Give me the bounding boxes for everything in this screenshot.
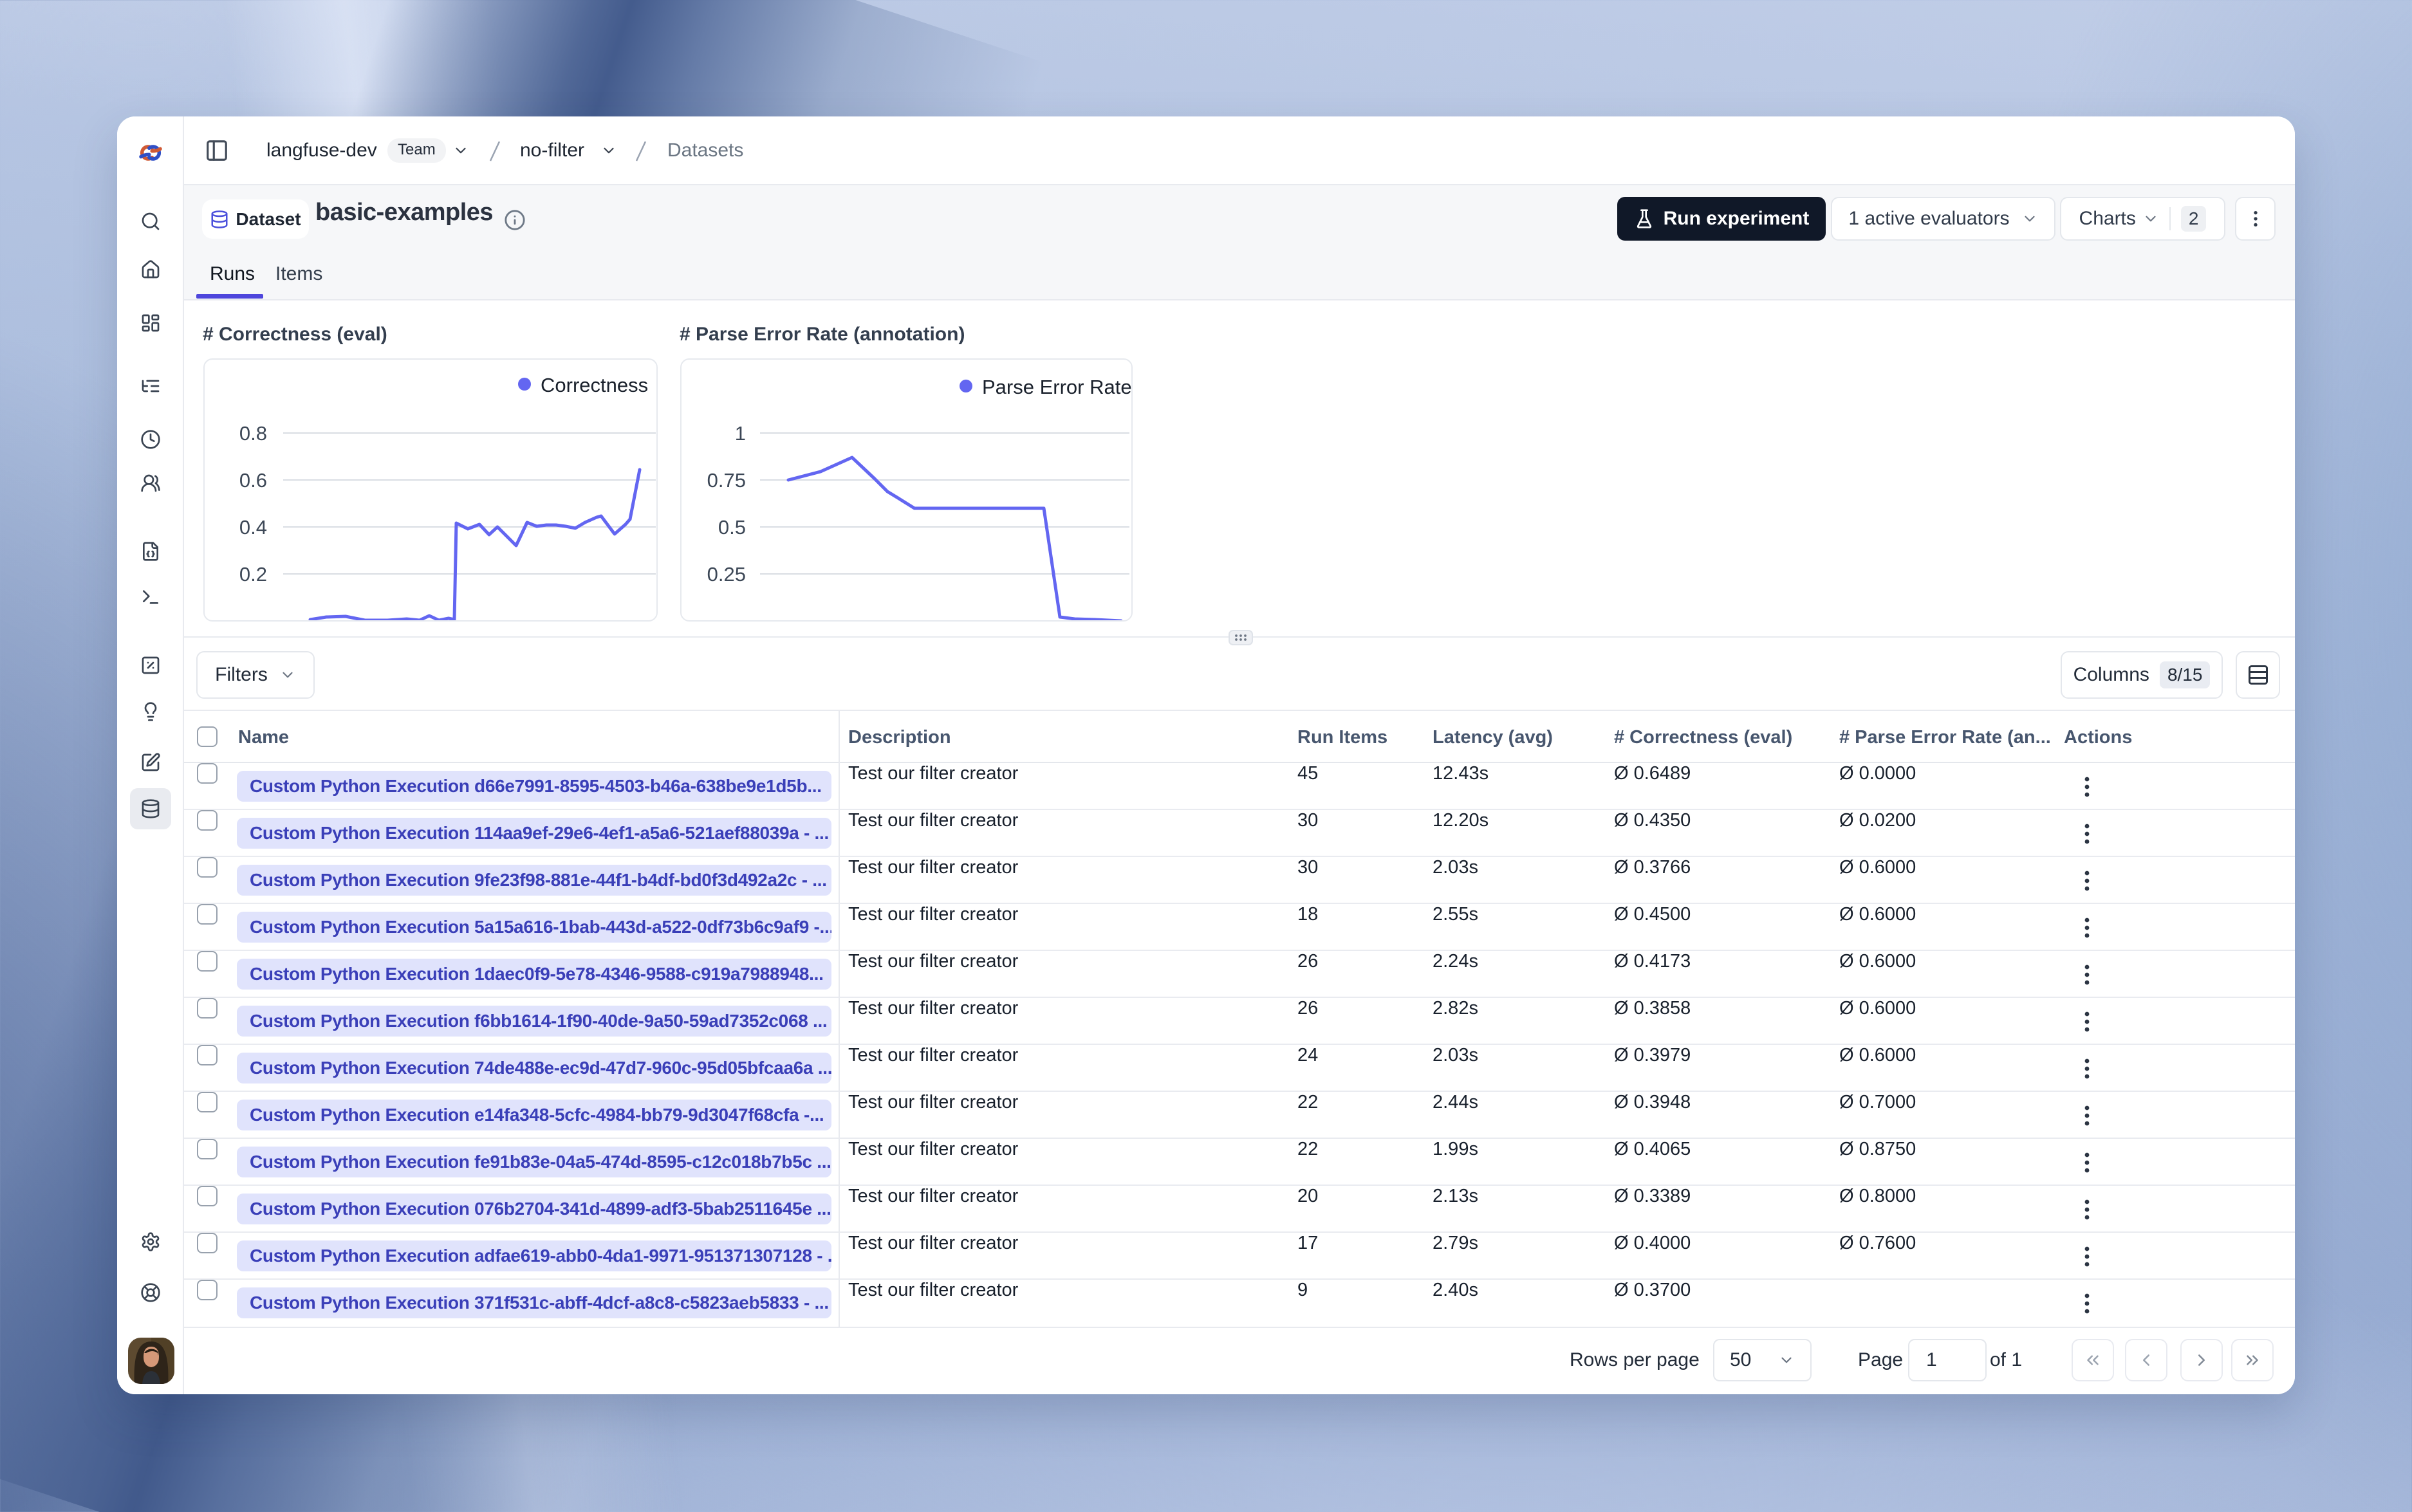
svg-text:0.75: 0.75: [707, 469, 746, 492]
svg-text:Parse Error Rate: Parse Error Rate: [982, 376, 1132, 398]
svg-text:0.8: 0.8: [239, 422, 267, 445]
svg-text:Correctness: Correctness: [541, 374, 648, 396]
svg-text:1: 1: [735, 422, 746, 445]
svg-text:0.5: 0.5: [718, 516, 746, 539]
svg-text:0.2: 0.2: [239, 563, 267, 585]
svg-text:0.4: 0.4: [239, 516, 267, 539]
svg-text:0.25: 0.25: [707, 563, 746, 585]
svg-text:0.6: 0.6: [239, 469, 267, 492]
